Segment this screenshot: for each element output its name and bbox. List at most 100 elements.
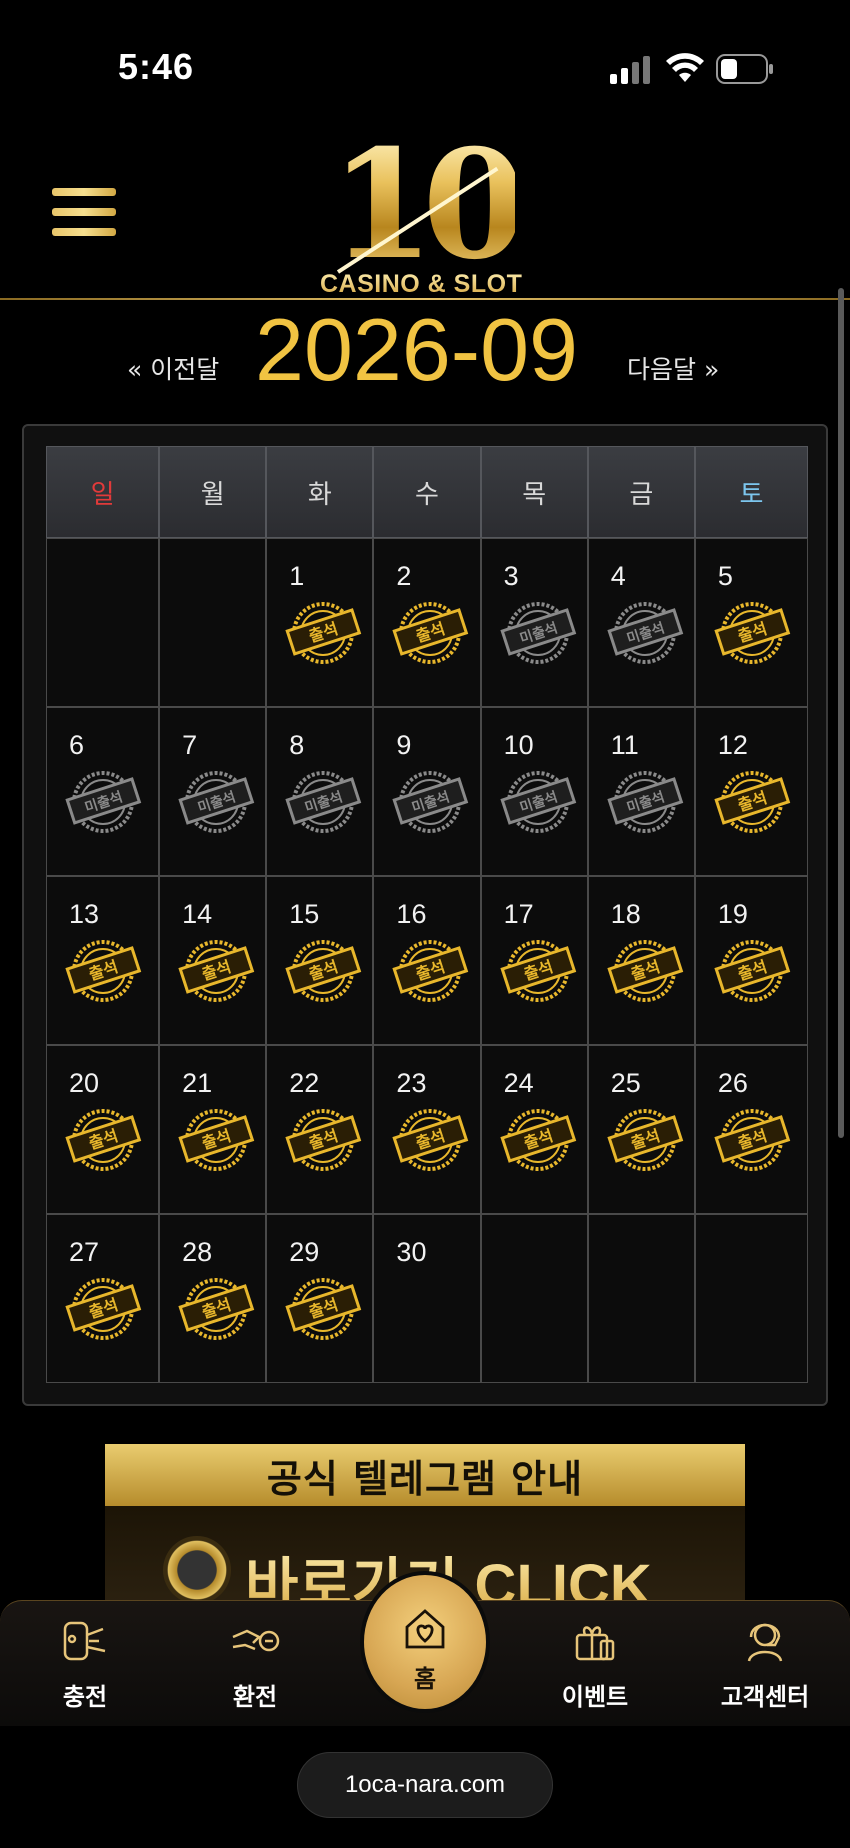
calendar-week-row: 27 출석 28 출석 29 출석 30 xyxy=(46,1214,808,1383)
calendar-day-cell[interactable]: 23 출석 xyxy=(373,1045,481,1214)
day-number: 6 xyxy=(69,730,85,760)
weekday-header-row: 일월화수목금토 xyxy=(46,446,808,538)
calendar-day-cell[interactable]: 18 출석 xyxy=(587,876,695,1045)
day-number: 1 xyxy=(289,561,305,591)
home-heart-icon xyxy=(405,1609,445,1649)
nav-event[interactable]: 이벤트 xyxy=(535,1601,655,1727)
attended-stamp-icon: 출석 xyxy=(283,1269,363,1343)
calendar-day-cell[interactable]: 4 미출석 xyxy=(587,538,695,707)
attended-stamp-icon: 출석 xyxy=(498,931,578,1005)
site-logo[interactable]: 10 CASINO & SLOT xyxy=(300,130,550,305)
calendar-day-cell[interactable]: 15 출석 xyxy=(266,876,374,1045)
calendar-day-cell[interactable]: 27 출석 xyxy=(46,1214,160,1383)
calendar-day-cell[interactable]: 11 미출석 xyxy=(587,707,695,876)
weekday-header: 수 xyxy=(373,446,481,538)
calendar-week-row: 13 출석 14 출석 15 출석 16 출석 17 출석 18 출석 19 출… xyxy=(46,876,808,1045)
day-number: 8 xyxy=(289,730,305,760)
bottom-navigation: 충전 환전 홈 이벤트 고객센터 xyxy=(0,1571,850,1727)
day-number: 22 xyxy=(289,1068,320,1098)
banner-title-bar: 공식 텔레그램 안내 xyxy=(105,1444,745,1506)
weekday-header: 월 xyxy=(159,446,267,538)
calendar-empty-cell xyxy=(46,538,160,707)
attended-stamp-icon: 출석 xyxy=(390,931,470,1005)
calendar-day-cell[interactable]: 21 출석 xyxy=(159,1045,267,1214)
weekday-header: 일 xyxy=(46,446,160,538)
calendar-day-cell[interactable]: 29 출석 xyxy=(266,1214,374,1383)
calendar-day-cell[interactable]: 19 출석 xyxy=(694,876,808,1045)
attended-stamp-icon: 출석 xyxy=(390,593,470,667)
nav-label-support: 고객센터 xyxy=(720,1683,810,1711)
calendar-day-cell[interactable]: 20 출석 xyxy=(46,1045,160,1214)
calendar-day-cell[interactable]: 1 출석 xyxy=(266,538,374,707)
attended-stamp-icon: 출석 xyxy=(176,931,256,1005)
day-number: 16 xyxy=(396,899,427,929)
calendar-day-cell[interactable]: 3 미출석 xyxy=(480,538,588,707)
attendance-calendar: 일월화수목금토 1 출석 2 출석 3 미출석 4 미출석 5 출석 6 미출석… xyxy=(22,424,828,1406)
calendar-day-cell[interactable]: 22 출석 xyxy=(266,1045,374,1214)
calendar-grid: 일월화수목금토 1 출석 2 출석 3 미출석 4 미출석 5 출석 6 미출석… xyxy=(46,446,808,1383)
nav-charge[interactable]: 충전 xyxy=(25,1601,145,1727)
attended-stamp-icon: 출석 xyxy=(283,931,363,1005)
logo-text: CASINO & SLOT xyxy=(320,270,523,298)
url-bar[interactable]: 1oca-nara.com xyxy=(297,1752,553,1818)
status-time: 5:46 xyxy=(118,46,195,87)
day-number: 13 xyxy=(69,899,100,929)
calendar-day-cell[interactable]: 8 미출석 xyxy=(266,707,374,876)
weekday-header: 목 xyxy=(480,446,588,538)
calendar-day-cell[interactable]: 14 출석 xyxy=(159,876,267,1045)
calendar-day-cell[interactable]: 26 출석 xyxy=(694,1045,808,1214)
day-number: 10 xyxy=(503,730,534,760)
calendar-day-cell[interactable]: 13 출석 xyxy=(46,876,160,1045)
day-number: 11 xyxy=(610,730,639,760)
day-number: 27 xyxy=(69,1237,100,1267)
day-number: 5 xyxy=(717,561,733,591)
calendar-empty-cell xyxy=(587,1214,695,1383)
calendar-day-cell[interactable]: 25 출석 xyxy=(587,1045,695,1214)
next-month-link[interactable]: 다음달 » xyxy=(627,350,719,386)
day-number: 15 xyxy=(289,899,320,929)
calendar-day-cell[interactable]: 17 출석 xyxy=(480,876,588,1045)
calendar-day-cell[interactable]: 5 출석 xyxy=(694,538,808,707)
menu-icon[interactable] xyxy=(52,188,116,244)
charge-icon xyxy=(63,1621,106,1661)
exchange-icon xyxy=(232,1629,280,1652)
nav-exchange[interactable]: 환전 xyxy=(195,1601,315,1727)
gift-icon xyxy=(575,1626,615,1661)
calendar-day-cell[interactable]: 6 미출석 xyxy=(46,707,160,876)
nav-label-exchange: 환전 xyxy=(232,1683,278,1711)
calendar-day-cell[interactable]: 28 출석 xyxy=(159,1214,267,1383)
day-number: 26 xyxy=(717,1068,748,1098)
calendar-day-cell[interactable]: 16 출석 xyxy=(373,876,481,1045)
calendar-week-row: 6 미출석 7 미출석 8 미출석 9 미출석 10 미출석 11 미출석 12… xyxy=(46,707,808,876)
absent-stamp-icon: 미출석 xyxy=(390,762,470,836)
attended-stamp-icon: 출석 xyxy=(390,1100,470,1174)
absent-stamp-icon: 미출석 xyxy=(176,762,256,836)
calendar-day-cell[interactable]: 9 미출석 xyxy=(373,707,481,876)
calendar-day-cell[interactable]: 24 출석 xyxy=(480,1045,588,1214)
calendar-day-cell[interactable]: 7 미출석 xyxy=(159,707,267,876)
calendar-day-cell[interactable]: 10 미출석 xyxy=(480,707,588,876)
scrollbar[interactable] xyxy=(838,288,844,1138)
banner-title: 공식 텔레그램 안내 xyxy=(266,1456,584,1501)
site-header: 10 CASINO & SLOT xyxy=(0,120,850,300)
day-number: 20 xyxy=(69,1068,100,1098)
day-number: 23 xyxy=(396,1068,427,1098)
calendar-day-cell[interactable]: 2 출석 xyxy=(373,538,481,707)
browser-url-area: 1oca-nara.com xyxy=(0,1726,850,1848)
prev-month-link[interactable]: « 이전달 xyxy=(127,350,219,386)
calendar-day-cell[interactable]: 30 xyxy=(373,1214,481,1383)
cellular-signal-icon xyxy=(610,56,650,84)
nav-support[interactable]: 고객센터 xyxy=(705,1601,825,1727)
attended-stamp-icon: 출석 xyxy=(176,1100,256,1174)
calendar-day-cell[interactable]: 12 출석 xyxy=(694,707,808,876)
attended-stamp-icon: 출석 xyxy=(498,1100,578,1174)
weekday-header: 금 xyxy=(587,446,695,538)
nav-label-event: 이벤트 xyxy=(561,1683,629,1711)
month-navigation: « 이전달 2026-09 다음달 » xyxy=(0,300,850,410)
attended-stamp-icon: 출석 xyxy=(63,1100,143,1174)
day-number: 28 xyxy=(182,1237,213,1267)
day-number: 18 xyxy=(610,899,641,929)
absent-stamp-icon: 미출석 xyxy=(283,762,363,836)
nav-home[interactable]: 홈 xyxy=(360,1571,490,1713)
wifi-icon xyxy=(666,53,704,82)
